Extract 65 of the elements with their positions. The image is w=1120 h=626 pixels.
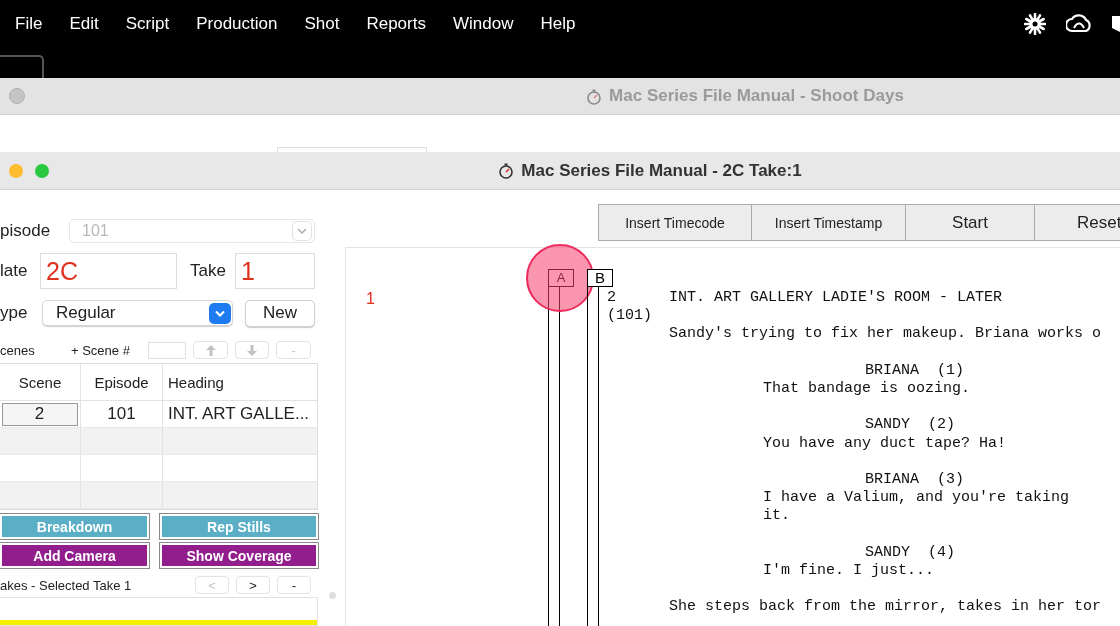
type-dropdown[interactable]: Regular <box>42 300 233 326</box>
table-cell-text: INT. ART GALLE... <box>167 403 311 425</box>
cloud-icon <box>1066 14 1092 34</box>
window-title: Mac Series File Manual - 2C Take:1 <box>521 160 802 181</box>
menu-item[interactable]: File <box>15 14 43 34</box>
scene-heading: INT. ART GALLERY LADIE'S ROOM - LATER <box>669 289 1004 308</box>
slate-field[interactable]: 2C <box>40 253 177 289</box>
add-scene-label: + Scene # <box>71 342 131 358</box>
remove-button[interactable]: - <box>277 576 311 594</box>
dialogue-text: That bandage is oozing. <box>763 380 972 399</box>
character-name: SANDY (4) <box>865 543 956 562</box>
take-row[interactable] <box>0 620 317 625</box>
stopwatch-icon <box>498 162 515 179</box>
minimize-button[interactable] <box>9 163 23 178</box>
next-button[interactable]: > <box>236 576 270 594</box>
action-text: Sandy's trying to fix her makeup. Briana works o <box>669 325 1103 344</box>
field-label: ype <box>0 303 29 323</box>
dialogue-text: I have a Valium, and you're taking it. <box>763 489 1071 526</box>
menu-item[interactable]: Script <box>125 14 170 34</box>
chevron-icon <box>292 221 312 241</box>
new-button[interactable]: New <box>245 299 315 327</box>
chevron-icon <box>209 302 231 324</box>
menu-item[interactable]: Production <box>196 14 278 34</box>
window-button[interactable] <box>9 88 25 104</box>
toolbar-button[interactable]: Insert Timestamp <box>752 204 906 241</box>
stopwatch-icon <box>586 87 603 105</box>
line-number: 1 <box>366 290 375 308</box>
column-header[interactable]: Scene <box>0 364 81 400</box>
split-handle[interactable] <box>329 592 336 599</box>
action-text: She steps back from the mirror, takes in her tor <box>669 598 1103 617</box>
sun-icon <box>1024 13 1046 35</box>
down-arrow-icon <box>247 344 258 356</box>
takes-label: akes - Selected Take 1 <box>0 577 133 593</box>
episode-number: (101) <box>607 307 652 326</box>
character-name: SANDY (2) <box>865 416 956 435</box>
character-name: BRIANA (1) <box>865 361 966 380</box>
field-label: pisode <box>0 221 52 241</box>
menu-item[interactable]: Help <box>540 14 576 34</box>
toolbar-button[interactable]: Insert Timecode <box>598 204 752 241</box>
camera-tag[interactable]: A <box>548 269 574 287</box>
dialogue-text: I'm fine. I just... <box>763 561 936 581</box>
camera-tag[interactable]: B <box>587 269 613 287</box>
menu-item[interactable]: Edit <box>69 14 99 34</box>
table-cell: 101 <box>81 401 163 427</box>
menu-item[interactable]: Reports <box>366 14 426 34</box>
toolbar-button[interactable]: Start <box>906 204 1035 241</box>
section-label: cenes <box>0 342 36 358</box>
action-button[interactable]: Show Coverage <box>160 543 318 568</box>
scene-button[interactable]: 2 <box>1 402 78 426</box>
character-name: BRIANA (3) <box>865 470 966 490</box>
field-label: Take <box>189 261 227 281</box>
dialogue-text: You have any duct tape? Ha! <box>763 434 1008 453</box>
menu-item[interactable]: Window <box>452 14 514 34</box>
menu-item[interactable]: Shot <box>304 14 340 34</box>
column-header[interactable]: Heading <box>163 364 317 400</box>
scene-number-field[interactable] <box>148 341 187 359</box>
column-header[interactable]: Episode <box>81 364 163 400</box>
action-button[interactable]: Add Camera <box>0 543 149 568</box>
zoom-button[interactable] <box>35 163 49 178</box>
take-field[interactable]: 1 <box>235 253 315 289</box>
shield-icon <box>1112 14 1120 34</box>
scene-number: 2 <box>607 289 617 308</box>
window-title: Mac Series File Manual - Shoot Days <box>609 86 904 106</box>
field-label: late <box>0 261 29 281</box>
up-arrow-icon <box>205 344 216 356</box>
